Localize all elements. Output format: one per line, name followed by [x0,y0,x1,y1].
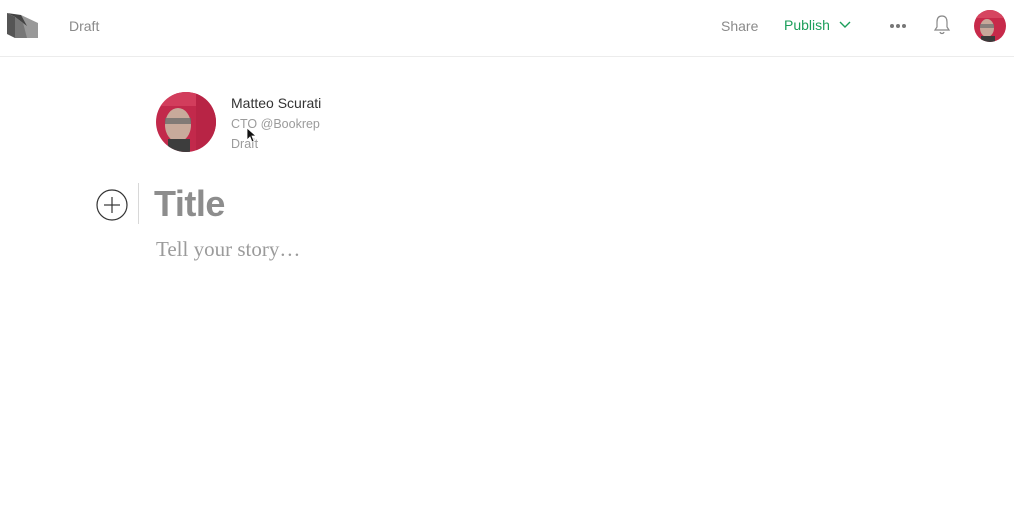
top-navigation-bar: Draft Share Publish [0,0,1014,57]
story-body-field[interactable]: Tell your story… [156,237,856,265]
author-avatar-image [156,92,216,152]
share-button[interactable]: Share [721,18,758,34]
more-dots-icon[interactable] [889,19,907,33]
plus-circle-icon[interactable] [96,189,128,221]
medium-logo-icon[interactable] [7,13,38,38]
publish-label: Publish [784,17,830,33]
publish-button[interactable]: Publish [784,17,851,33]
bell-icon[interactable] [933,14,951,36]
mouse-pointer-icon [246,127,256,143]
chevron-down-icon [839,21,851,28]
author-avatar[interactable] [156,92,216,152]
author-bio: CTO @Bookrep [231,117,320,131]
author-name[interactable]: Matteo Scurati [231,95,321,111]
editor-divider [138,183,139,224]
draft-status-label: Draft [69,18,100,34]
title-field[interactable]: Title [154,183,854,227]
avatar-image [974,10,1006,42]
user-avatar[interactable] [974,10,1006,42]
